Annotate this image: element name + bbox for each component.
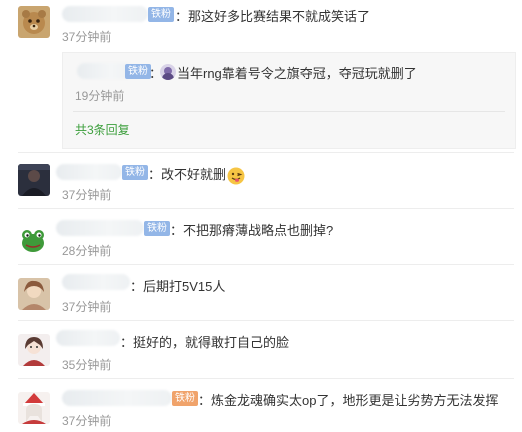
username[interactable] [56,330,120,346]
username[interactable] [62,6,148,22]
tongue-out-emoji-icon [227,167,245,185]
divider [73,111,505,112]
divider [18,264,514,265]
fan-badge: 铁粉 [122,165,148,180]
comment-text: ：后期打5V15人 [130,279,226,294]
comment-time: 37分钟前 [62,188,112,202]
divider [18,320,514,321]
person-dark-avatar-icon[interactable] [18,164,50,196]
username[interactable] [62,390,172,406]
comment-time: 28分钟前 [62,244,112,258]
divider [18,152,514,153]
comment-item: 铁粉 ：不把那瘠薄战略点也删掉? 28分钟前 [0,212,522,264]
comment-text: ：不把那瘠薄战略点也删掉? [170,223,334,238]
comment-item: ：后期打5V15人 37分钟前 [0,268,522,322]
more-replies-link[interactable]: 共3条回复 [75,121,130,138]
comment-item: 铁粉 ：炼金龙魂确实太op了，地形更是让劣势方无法发挥 37分钟前 [0,382,522,432]
username[interactable] [56,164,122,180]
mini-avatar-icon [160,64,176,80]
anime-girl-avatar-icon[interactable] [18,278,50,310]
divider [18,208,514,209]
fan-badge: 铁粉 [148,7,174,22]
comment-time: 37分钟前 [62,414,112,428]
reply-time: 19分钟前 [75,89,125,103]
fan-badge: 铁粉 [172,391,198,406]
comment-text: ：挺好的，就得敢打自己的脸 [120,335,290,350]
fan-badge: 铁粉 [125,64,151,79]
comment-item: 铁粉 ：那这好多比赛结果不就成笑话了 37分钟前 铁粉 ： 当年rng靠着号令之… [0,0,522,160]
comment-item: ：挺好的，就得敢打自己的脸 35分钟前 [0,324,522,380]
reply-panel: 铁粉 ： 当年rng靠着号令之旗夺冠，夺冠玩就删了 19分钟前 共3条回复 [62,52,516,149]
username[interactable] [56,220,144,236]
comment-time: 37分钟前 [62,300,112,314]
fan-badge: 铁粉 [144,221,170,236]
divider [18,378,514,379]
username[interactable] [62,274,130,290]
bear-avatar-icon[interactable] [18,6,50,38]
comment-text: ：炼金龙魂确实太op了，地形更是让劣势方无法发挥 [198,393,499,408]
christmas-girl-avatar-icon[interactable] [18,392,50,424]
anime-character-avatar-icon[interactable] [18,334,50,366]
comment-text: ：那这好多比赛结果不就成笑话了 [175,9,371,24]
comment-item: 铁粉 ：改不好就删 37分钟前 [0,160,522,212]
frog-avatar-icon[interactable] [18,224,50,256]
comment-text: ：改不好就删 [148,164,245,185]
comment-time: 37分钟前 [62,30,112,44]
comment-time: 35分钟前 [62,358,112,372]
reply-text: 当年rng靠着号令之旗夺冠，夺冠玩就删了 [177,66,417,81]
